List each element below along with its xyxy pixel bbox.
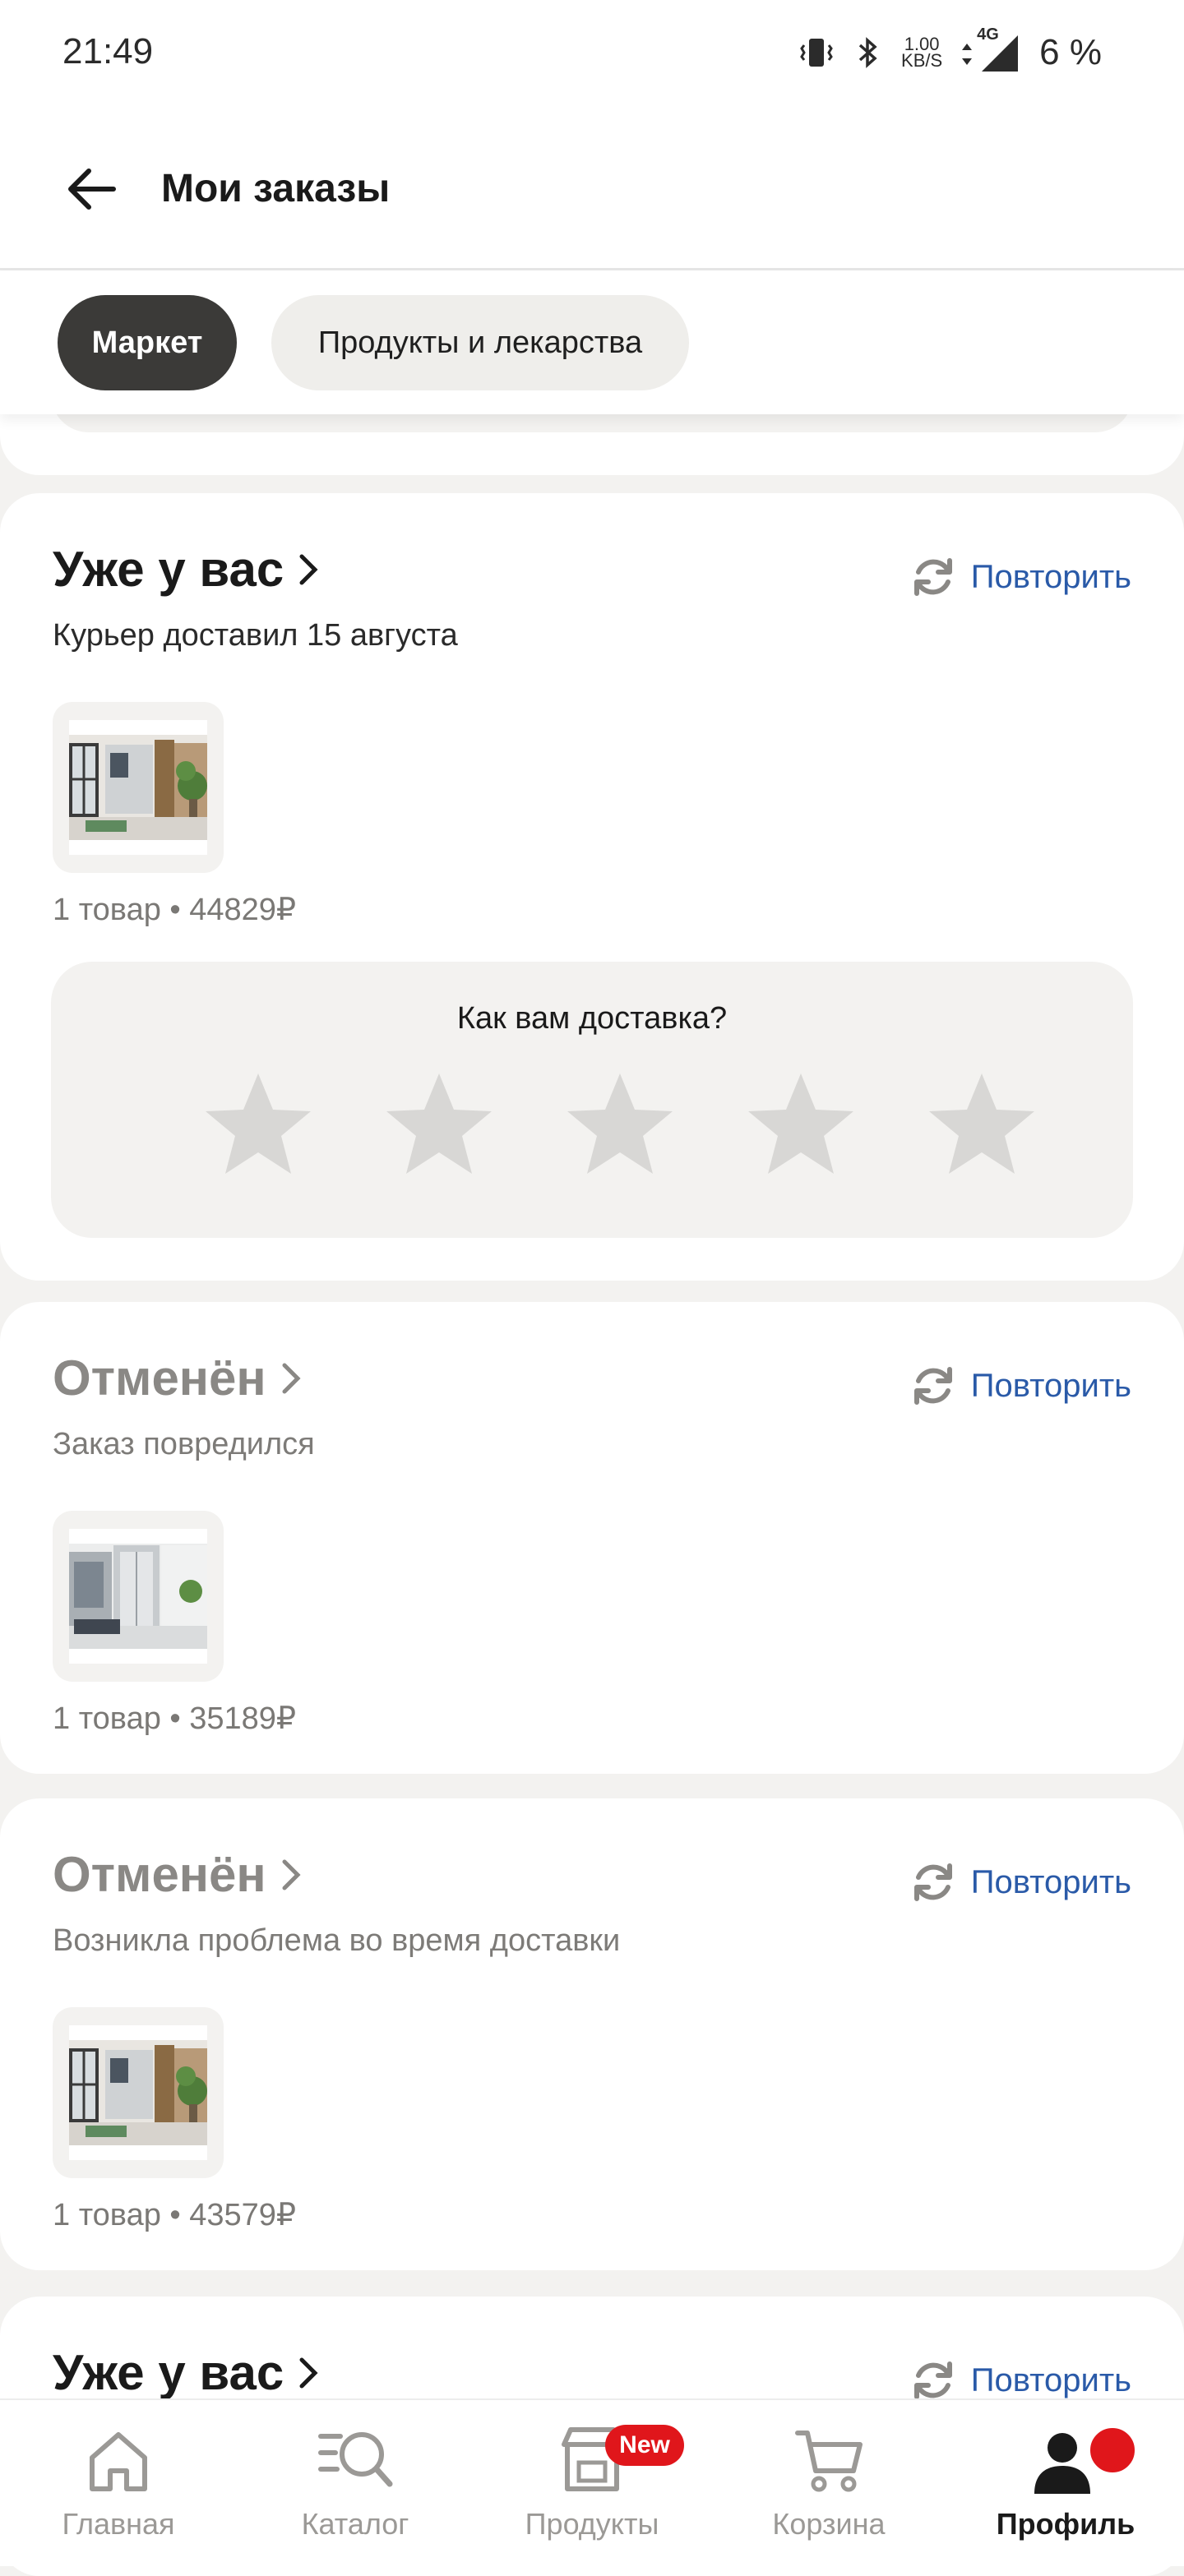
- nav-item-home[interactable]: Главная: [0, 2400, 237, 2566]
- repeat-label: Повторить: [970, 2361, 1131, 2398]
- status-time: 21:49: [62, 31, 154, 72]
- nav-label: Корзина: [772, 2507, 886, 2541]
- data-arrows-icon: [962, 44, 973, 65]
- order-card[interactable]: Отменён Повторить Заказ повредился 1 тов…: [0, 1302, 1184, 1774]
- product-image: [69, 1529, 207, 1664]
- repeat-label: Повторить: [970, 1863, 1131, 1900]
- page-title: Мои заказы: [161, 167, 391, 210]
- nav-label: Профиль: [996, 2507, 1135, 2541]
- order-status-link[interactable]: Отменён: [53, 1846, 303, 1903]
- chevron-right-icon: [282, 1859, 301, 1890]
- tab-market[interactable]: Маркет: [58, 295, 237, 390]
- order-card[interactable]: Уже у вас Повторить Курьер доставил 15 а…: [0, 493, 1184, 1281]
- order-status-link[interactable]: Уже у вас: [53, 541, 320, 598]
- new-badge: New: [605, 2425, 684, 2466]
- refresh-icon: [913, 1863, 952, 1901]
- net-speed: 1.00 KB/S: [901, 35, 943, 71]
- nav-label: Главная: [62, 2507, 175, 2541]
- repeat-order-button[interactable]: Повторить: [907, 551, 1131, 603]
- nav-label: Продукты: [525, 2507, 659, 2541]
- product-thumbnail[interactable]: [53, 702, 224, 873]
- product-thumbnail[interactable]: [53, 2007, 224, 2178]
- order-type-tabs: Маркет Продукты и лекарства: [0, 270, 1184, 414]
- order-status-link[interactable]: Уже у вас: [53, 2344, 320, 2401]
- order-summary: 1 товар • 44829₽: [53, 893, 297, 927]
- refresh-icon: [913, 1367, 952, 1405]
- order-subtitle: Возникла проблема во время доставки: [53, 1923, 621, 1958]
- rating-stars: [201, 1069, 1039, 1184]
- wardrobe-photo-icon: [69, 735, 207, 840]
- home-icon: [90, 2432, 147, 2491]
- product-image: [69, 2025, 207, 2160]
- vibrate-icon: [800, 39, 833, 67]
- delivery-rating: Как вам доставка?: [51, 962, 1133, 1238]
- product-image: [69, 720, 207, 855]
- arrow-left-icon: [68, 169, 116, 210]
- product-thumbnail[interactable]: [53, 1511, 224, 1682]
- signal-group: 4G: [960, 25, 1021, 73]
- rating-question: Как вам доставка?: [456, 1001, 728, 1036]
- order-subtitle: Курьер доставил 15 августа: [53, 618, 458, 653]
- status-bar: 21:49 1.00 KB/S 4G 6 %: [0, 0, 1184, 107]
- cart-icon: [795, 2431, 863, 2492]
- wardrobe-photo-icon: [69, 2040, 207, 2145]
- star-icon[interactable]: [562, 1069, 678, 1184]
- battery-level: 6 %: [1039, 32, 1102, 72]
- repeat-label: Повторить: [970, 1367, 1131, 1404]
- chevron-right-icon: [299, 554, 318, 584]
- order-summary: 1 товар • 35189₽: [53, 1701, 297, 1736]
- catalog-search-icon: [318, 2432, 393, 2487]
- repeat-order-button[interactable]: Повторить: [907, 1856, 1131, 1909]
- star-icon[interactable]: [382, 1069, 497, 1184]
- signal-icon: [982, 35, 1019, 72]
- star-icon[interactable]: [924, 1069, 1039, 1184]
- order-summary: 1 товар • 43579₽: [53, 2198, 297, 2232]
- nav-item-profile[interactable]: Профиль: [947, 2400, 1184, 2566]
- repeat-label: Повторить: [970, 558, 1131, 595]
- status-icons: 1.00 KB/S 4G 6 %: [798, 25, 1102, 77]
- order-status-link[interactable]: Отменён: [53, 1350, 303, 1406]
- refresh-icon: [913, 558, 952, 596]
- order-status: Уже у вас: [53, 542, 284, 597]
- tab-groceries-medicines[interactable]: Продукты и лекарства: [271, 295, 689, 390]
- notification-dot: [1087, 2425, 1138, 2476]
- order-status: Отменён: [53, 1847, 266, 1902]
- nav-item-groceries[interactable]: New Продукты: [474, 2400, 710, 2566]
- wardrobe-photo-icon: [69, 1544, 207, 1649]
- nav-item-catalog[interactable]: Каталог: [237, 2400, 474, 2566]
- star-icon[interactable]: [743, 1069, 858, 1184]
- bottom-navigation: Главная Каталог New Продукты Корзина Про…: [0, 2398, 1184, 2566]
- nav-label: Каталог: [301, 2507, 409, 2541]
- bluetooth-icon: [858, 37, 877, 68]
- back-button[interactable]: [59, 156, 125, 222]
- chevron-right-icon: [282, 1363, 301, 1393]
- order-card[interactable]: Отменён Повторить Возникла проблема во в…: [0, 1798, 1184, 2270]
- nav-item-cart[interactable]: Корзина: [710, 2400, 947, 2566]
- repeat-order-button[interactable]: Повторить: [907, 1360, 1131, 1412]
- order-status: Отменён: [53, 1350, 266, 1406]
- net-speed-unit: KB/S: [901, 50, 943, 71]
- order-status: Уже у вас: [53, 2345, 284, 2400]
- order-subtitle: Заказ повредился: [53, 1427, 315, 1461]
- star-icon[interactable]: [201, 1069, 316, 1184]
- app-bar: Мои заказы: [0, 107, 1184, 270]
- chevron-right-icon: [299, 2357, 318, 2388]
